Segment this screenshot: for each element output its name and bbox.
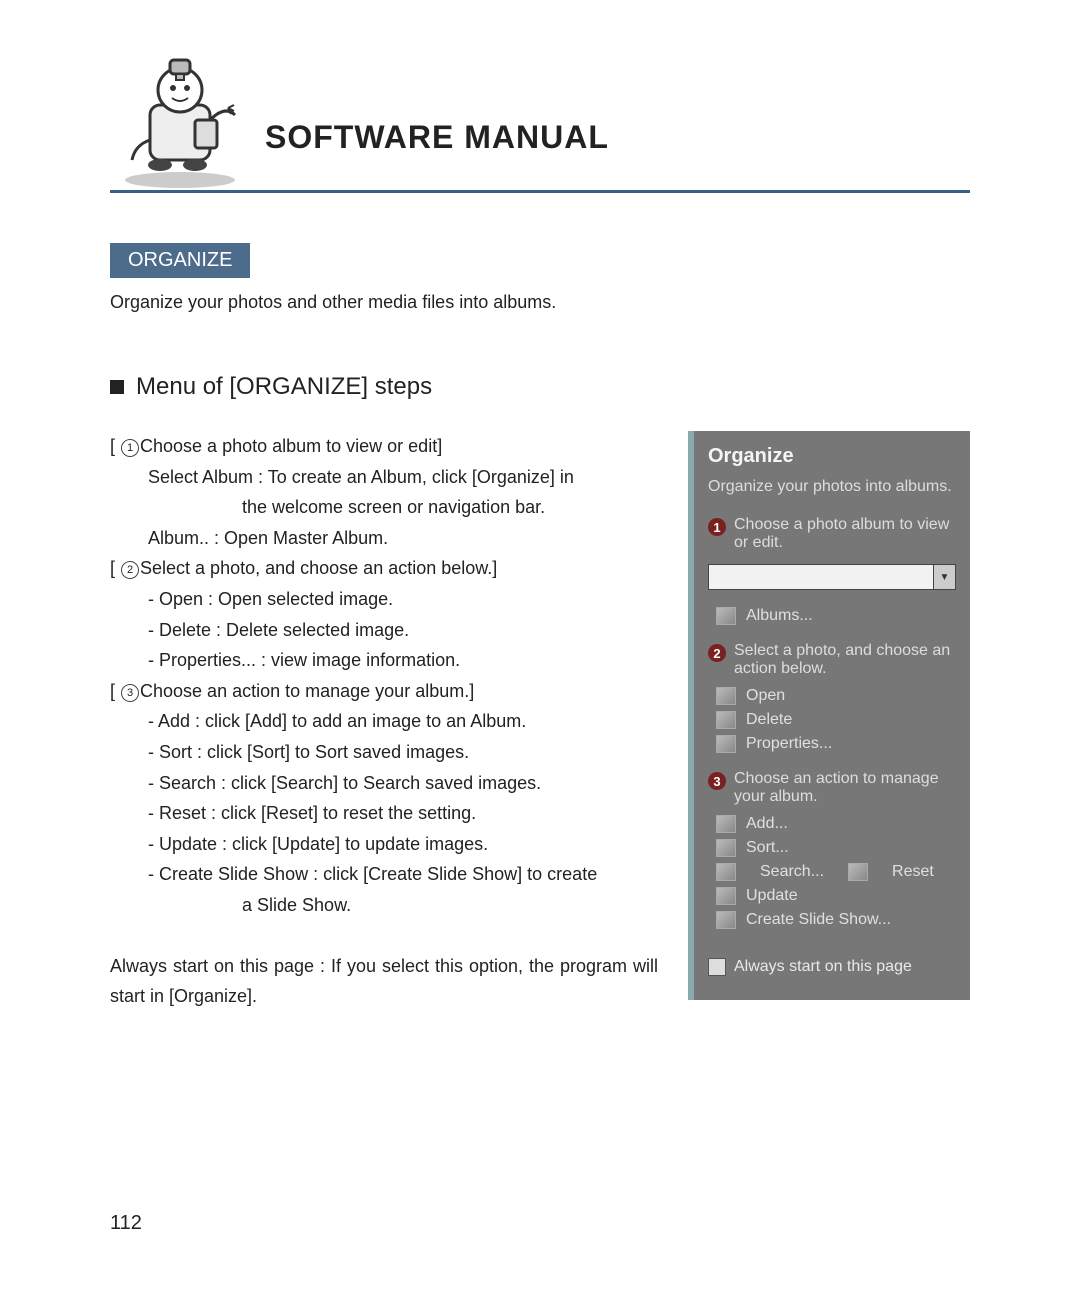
panel-item-label: Properties...: [746, 735, 832, 753]
chevron-down-icon[interactable]: ▼: [934, 564, 956, 590]
circled-number-icon: 2: [121, 561, 139, 579]
panel-item-label: Albums...: [746, 607, 813, 625]
subsection-heading: Menu of [ORGANIZE] steps: [110, 373, 970, 401]
organize-panel-screenshot: Organize Organize your photos into album…: [688, 431, 970, 1000]
step2-line: - Properties... : view image information…: [110, 645, 658, 676]
step2-line: - Delete : Delete selected image.: [110, 615, 658, 646]
subsection-heading-text: Menu of [ORGANIZE] steps: [136, 373, 432, 401]
tile-icon: [716, 711, 736, 729]
tile-icon: [716, 911, 736, 929]
square-bullet-icon: [110, 380, 124, 394]
panel-item-update[interactable]: Update: [694, 884, 970, 908]
panel-item-label: Update: [746, 887, 798, 905]
step2-head: Select a photo, and choose an action bel…: [140, 558, 497, 578]
tile-icon: [716, 815, 736, 833]
panel-item-open[interactable]: Open: [694, 684, 970, 708]
always-start-checkbox-row[interactable]: Always start on this page: [694, 944, 970, 976]
panel-item-label: Sort...: [746, 839, 789, 857]
mascot-illustration: [110, 50, 245, 190]
step3-line: - Create Slide Show : click [Create Slid…: [110, 859, 658, 890]
tile-icon: [716, 887, 736, 905]
page-title: SOFTWARE MANUAL: [265, 119, 609, 156]
panel-step2-text: Select a photo, and choose an action bel…: [734, 642, 956, 678]
tile-icon: [848, 863, 868, 881]
panel-item-label: Open: [746, 687, 785, 705]
panel-step3-head: 3 Choose an action to manage your album.: [694, 768, 970, 812]
album-dropdown[interactable]: ▼: [708, 564, 956, 590]
panel-item-reset[interactable]: Reset: [892, 863, 934, 881]
step1-line: Album.. : Open Master Album.: [110, 523, 658, 554]
step1-line: Select Album : To create an Album, click…: [110, 462, 658, 493]
step3-line: - Search : click [Search] to Search save…: [110, 768, 658, 799]
step3-line: - Sort : click [Sort] to Sort saved imag…: [110, 737, 658, 768]
step-badge-icon: 2: [708, 644, 726, 662]
tile-icon: [716, 839, 736, 857]
step2-line: - Open : Open selected image.: [110, 584, 658, 615]
section-label: ORGANIZE: [110, 243, 250, 278]
panel-title: Organize: [694, 431, 970, 478]
intro-text: Organize your photos and other media fil…: [110, 292, 970, 313]
panel-item-search[interactable]: Search...: [760, 863, 824, 881]
step1-head: Choose a photo album to view or edit]: [140, 436, 442, 456]
tile-icon: [716, 687, 736, 705]
step3-line: - Reset : click [Reset] to reset the set…: [110, 798, 658, 829]
panel-item-label: Delete: [746, 711, 792, 729]
panel-item-add[interactable]: Add...: [694, 812, 970, 836]
step3-head: Choose an action to manage your album.]: [140, 681, 474, 701]
footer-paragraph: Always start on this page : If you selec…: [110, 951, 658, 1012]
album-dropdown-field[interactable]: [708, 564, 934, 590]
panel-item-create-slide-show[interactable]: Create Slide Show...: [694, 908, 970, 932]
step3-line: - Add : click [Add] to add an image to a…: [110, 706, 658, 737]
always-start-label: Always start on this page: [734, 958, 912, 976]
circled-number-icon: 3: [121, 684, 139, 702]
tile-icon: [716, 607, 736, 625]
page-header: SOFTWARE MANUAL: [110, 40, 970, 193]
panel-item-search-reset-row: Search... Reset: [694, 860, 970, 884]
panel-item-sort[interactable]: Sort...: [694, 836, 970, 860]
step3-line: - Update : click [Update] to update imag…: [110, 829, 658, 860]
panel-item-label: Create Slide Show...: [746, 911, 891, 929]
instruction-text-column: [ 1Choose a photo album to view or edit]…: [110, 431, 658, 1012]
step3-line: a Slide Show.: [110, 890, 658, 921]
step1-line: the welcome screen or navigation bar.: [110, 492, 658, 523]
panel-item-albums[interactable]: Albums...: [694, 604, 970, 628]
panel-step3-text: Choose an action to manage your album.: [734, 770, 956, 806]
panel-item-label: Add...: [746, 815, 788, 833]
tile-icon: [716, 863, 736, 881]
panel-item-delete[interactable]: Delete: [694, 708, 970, 732]
tile-icon: [716, 735, 736, 753]
step-badge-icon: 3: [708, 772, 726, 790]
panel-subtitle: Organize your photos into albums.: [694, 478, 970, 514]
panel-step2-head: 2 Select a photo, and choose an action b…: [694, 640, 970, 684]
checkbox-icon[interactable]: [708, 958, 726, 976]
circled-number-icon: 1: [121, 439, 139, 457]
step-badge-icon: 1: [708, 518, 726, 536]
page-number: 112: [110, 1212, 142, 1235]
panel-step1-head: 1 Choose a photo album to view or edit.: [694, 514, 970, 558]
panel-item-properties[interactable]: Properties...: [694, 732, 970, 756]
panel-step1-text: Choose a photo album to view or edit.: [734, 516, 956, 552]
